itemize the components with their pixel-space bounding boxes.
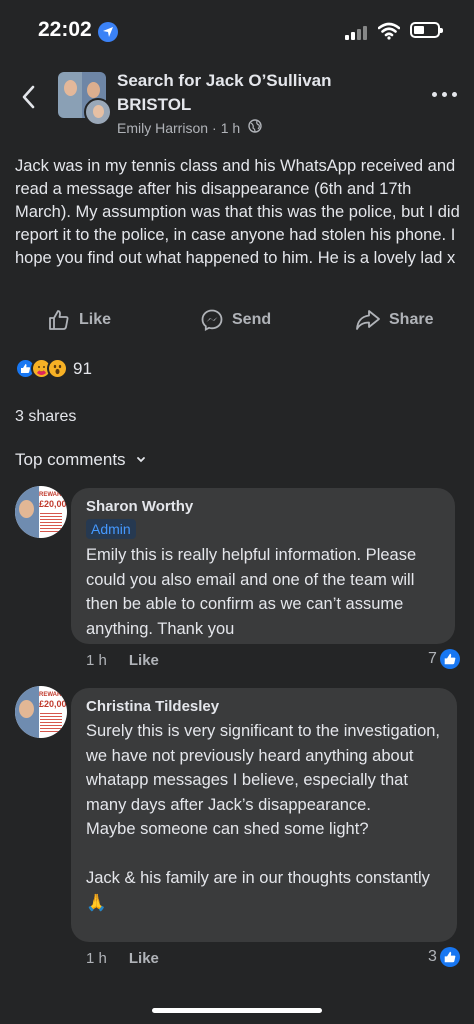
more-options-button[interactable] bbox=[432, 90, 458, 100]
wow-reaction-icon bbox=[47, 358, 68, 379]
back-button[interactable] bbox=[14, 80, 44, 114]
share-label: Share bbox=[389, 311, 434, 328]
home-indicator[interactable] bbox=[152, 1008, 322, 1013]
comment-reaction-number: 7 bbox=[428, 650, 437, 667]
battery-icon bbox=[410, 22, 443, 38]
comment-text: Emily this is really helpful information… bbox=[86, 546, 417, 638]
comments-sort-label: Top comments bbox=[15, 450, 126, 469]
post-text: Jack was in my tennis class and his What… bbox=[15, 157, 460, 267]
status-time: 22:02 bbox=[38, 18, 92, 41]
shares-count[interactable]: 3 shares bbox=[15, 408, 76, 426]
post-actions: Like Send Share bbox=[0, 300, 474, 342]
comment-like-button[interactable]: Like bbox=[129, 652, 159, 669]
reaction-count: 91 bbox=[73, 358, 92, 378]
avatar-reward-text: REWARD bbox=[39, 492, 66, 498]
comment-text: Surely this is very significant to the i… bbox=[86, 722, 441, 912]
like-button[interactable]: Like bbox=[47, 308, 111, 332]
comment-time[interactable]: 1 h bbox=[86, 652, 107, 669]
comment-meta: 1 h Like bbox=[86, 652, 159, 669]
admin-badge: Admin bbox=[86, 519, 136, 539]
location-arrow-icon bbox=[98, 22, 118, 42]
comments-sort-dropdown[interactable]: Top comments bbox=[15, 450, 146, 470]
avatar-reward-text: REWARD bbox=[39, 692, 66, 698]
author-avatar[interactable] bbox=[84, 98, 112, 126]
globe-icon bbox=[248, 119, 262, 136]
comment-bubble: Sharon Worthy Admin Emily this is really… bbox=[71, 488, 455, 644]
cellular-signal-icon bbox=[345, 24, 371, 40]
comment-reaction-count[interactable]: 3 bbox=[428, 947, 460, 967]
thumbs-up-icon bbox=[49, 310, 69, 330]
avatar-reward-amount: £20,000 bbox=[39, 499, 67, 509]
chevron-down-icon bbox=[136, 457, 145, 463]
comment-reaction-count[interactable]: 7 bbox=[428, 649, 460, 669]
avatar-reward-amount: £20,000 bbox=[39, 699, 67, 709]
share-arrow-icon bbox=[356, 310, 380, 330]
send-label: Send bbox=[232, 311, 272, 328]
author-name[interactable]: Emily Harrison bbox=[117, 120, 208, 136]
like-reaction-icon bbox=[439, 649, 460, 669]
reactions-summary[interactable]: 91 bbox=[15, 358, 92, 379]
messenger-icon bbox=[201, 309, 223, 331]
status-bar: 22:02 bbox=[0, 0, 474, 64]
comment-bubble: Christina Tildesley Surely this is very … bbox=[71, 688, 457, 942]
commenter-avatar[interactable]: REWARD £20,000 bbox=[15, 686, 67, 738]
comment-meta: 1 h Like bbox=[86, 950, 159, 967]
commenter-avatar[interactable]: REWARD £20,000 bbox=[15, 486, 67, 538]
comment-like-button[interactable]: Like bbox=[129, 950, 159, 967]
like-reaction-icon bbox=[439, 947, 460, 967]
meta-separator: · bbox=[212, 119, 217, 136]
chevron-left-icon bbox=[22, 85, 35, 109]
commenter-name[interactable]: Christina Tildesley bbox=[86, 698, 443, 715]
comment-time[interactable]: 1 h bbox=[86, 950, 107, 967]
share-button[interactable]: Share bbox=[355, 308, 433, 332]
like-label: Like bbox=[79, 311, 112, 328]
post-meta: Emily Harrison · 1 h bbox=[117, 119, 262, 136]
commenter-name[interactable]: Sharon Worthy bbox=[86, 498, 441, 515]
comment-reaction-number: 3 bbox=[428, 948, 437, 965]
group-name[interactable]: Search for Jack O’Sullivan BRISTOL bbox=[117, 69, 407, 117]
send-button[interactable]: Send bbox=[200, 308, 271, 332]
wifi-icon bbox=[377, 22, 401, 45]
post-timestamp[interactable]: 1 h bbox=[221, 120, 240, 136]
